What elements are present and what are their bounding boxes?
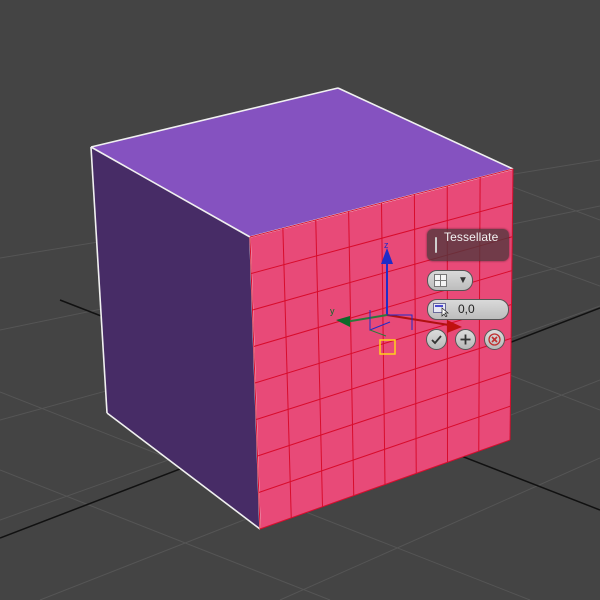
apply-and-continue-button[interactable] (455, 329, 476, 350)
tessellate-mode-dropdown[interactable]: ▼ (427, 270, 473, 291)
spinner-icon (433, 303, 449, 317)
caddy-grip-icon[interactable] (435, 237, 437, 253)
gizmo-y-label: y (330, 306, 335, 316)
caddy-title: Tessellate (444, 230, 499, 244)
gizmo-z-label: z (384, 240, 389, 250)
tension-spinner[interactable]: 0,0 (427, 299, 509, 320)
plus-icon (460, 334, 471, 345)
cancel-button[interactable] (484, 329, 505, 350)
grid-tessellate-icon (434, 274, 447, 287)
caddy-title-bar[interactable]: Tessellate (427, 229, 509, 261)
ok-button[interactable] (426, 329, 447, 350)
chevron-down-icon: ▼ (458, 275, 468, 286)
viewport-scene[interactable]: z y (0, 0, 600, 600)
tension-value[interactable]: 0,0 (458, 302, 475, 316)
checkmark-icon (431, 335, 442, 345)
close-icon (488, 333, 501, 346)
